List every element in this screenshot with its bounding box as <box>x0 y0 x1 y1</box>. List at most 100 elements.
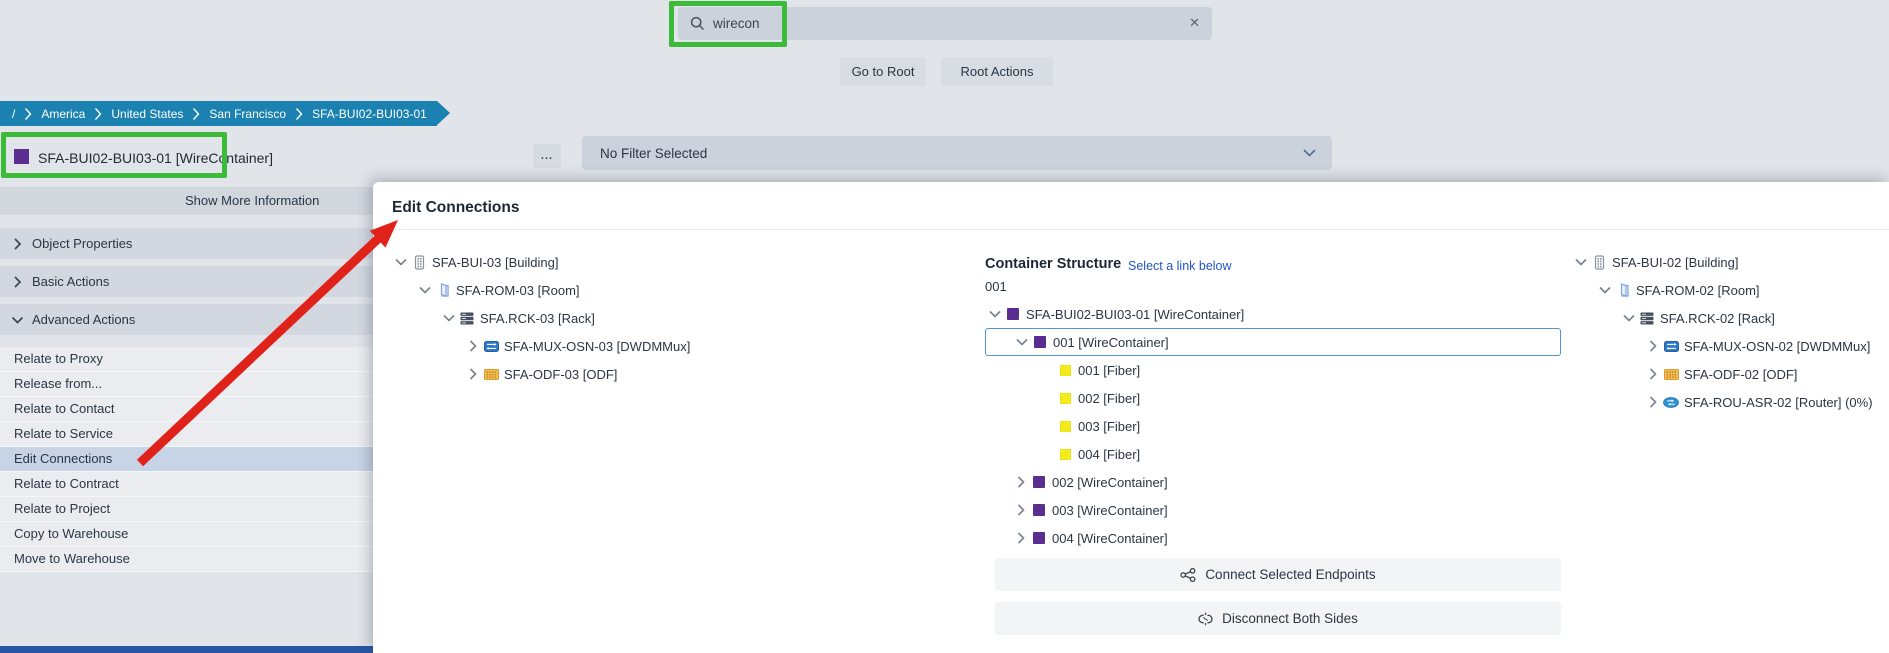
dialog-button-label: Disconnect Both Sides <box>1222 611 1358 626</box>
tree-node-label: SFA-BUI-02 [Building] <box>1612 254 1739 270</box>
breadcrumb-item-san-francisco[interactable]: San Francisco <box>209 107 286 121</box>
tree-row[interactable]: SFA-ROM-03 [Room] <box>391 276 690 304</box>
odf-icon <box>1661 368 1681 380</box>
action-item-relate-to-service[interactable]: Relate to Service <box>0 422 373 447</box>
advanced-actions-list: Relate to Proxy Release from... Relate to … <box>0 347 373 572</box>
tree-node-label: SFA-BUI-03 [Building] <box>432 254 559 270</box>
tree-node-label: SFA-ODF-03 [ODF] <box>504 366 618 382</box>
search-box[interactable]: ✕ <box>678 7 1212 40</box>
dialog-title: Edit Connections <box>392 199 520 216</box>
chevron-right-icon <box>13 237 22 250</box>
show-more-information-bar[interactable]: Show More Information <box>0 187 402 215</box>
tree-row[interactable]: SFA-ODF-03 [ODF] <box>391 360 690 388</box>
tree-node-label: SFA-ODF-02 [ODF] <box>1684 366 1798 382</box>
tree-row[interactable]: SFA-ROM-02 [Room] <box>1571 276 1873 304</box>
chevron-right-icon[interactable] <box>465 340 481 352</box>
breadcrumb-item-root[interactable]: / <box>12 107 15 121</box>
dwdmmux-icon <box>1661 340 1681 352</box>
tree-row[interactable]: SFA.RCK-02 [Rack] <box>1571 304 1873 332</box>
action-item-relate-to-project[interactable]: Relate to Project <box>0 497 373 522</box>
rack-icon <box>1637 312 1657 325</box>
chevron-down-icon <box>11 315 24 324</box>
tree-row[interactable]: SFA-MUX-OSN-03 [DWDMMux] <box>391 332 690 360</box>
tree-node-label: SFA-ROM-03 [Room] <box>456 282 580 298</box>
sidebar-section-basic-actions[interactable]: Basic Actions <box>0 266 373 297</box>
action-item-edit-connections[interactable]: Edit Connections <box>0 447 373 472</box>
sidebar-section-advanced-actions[interactable]: Advanced Actions <box>0 304 373 335</box>
share-icon <box>1180 567 1196 582</box>
chevron-right-icon <box>13 275 22 288</box>
chevron-right-icon[interactable] <box>1645 368 1661 380</box>
tree-row[interactable]: SFA-MUX-OSN-02 [DWDMMux] <box>1571 332 1873 360</box>
disconnect-icon <box>1198 612 1213 626</box>
object-title: SFA-BUI02-BUI03-01 [WireContainer] <box>38 150 273 166</box>
sidebar-section-object-properties[interactable]: Object Properties <box>0 228 373 259</box>
dialog-buttons: Connect Selected Endpoints Disconnect Bot… <box>995 182 1561 653</box>
chevron-right-icon[interactable] <box>1645 396 1661 408</box>
go-to-root-button[interactable]: Go to Root <box>840 57 926 86</box>
chevron-right-icon[interactable] <box>1645 340 1661 352</box>
breadcrumb-separator-icon <box>192 107 200 121</box>
breadcrumb-item-united-states[interactable]: United States <box>111 107 183 121</box>
chevron-down-icon[interactable] <box>1575 254 1587 270</box>
action-item-move-to-warehouse[interactable]: Move to Warehouse <box>0 547 373 572</box>
building-icon <box>1589 254 1609 270</box>
action-item-relate-to-proxy[interactable]: Relate to Proxy <box>0 347 373 372</box>
chevron-down-icon[interactable] <box>1599 282 1611 298</box>
dialog-button-disconnect-both-sides[interactable]: Disconnect Both Sides <box>995 602 1561 635</box>
action-item-relate-to-contact[interactable]: Relate to Contact <box>0 397 373 422</box>
tree-row[interactable]: SFA.RCK-03 [Rack] <box>391 304 690 332</box>
tree-node-label: SFA-ROM-02 [Room] <box>1636 282 1760 298</box>
tree-node-label: SFA-MUX-OSN-03 [DWDMMux] <box>504 338 691 354</box>
action-item-copy-to-warehouse[interactable]: Copy to Warehouse <box>0 522 373 547</box>
dialog-button-label: Connect Selected Endpoints <box>1205 567 1376 582</box>
breadcrumb-separator-icon <box>295 107 303 121</box>
chevron-down-icon[interactable] <box>395 254 407 270</box>
dialog-button-connect-selected-endpoints[interactable]: Connect Selected Endpoints <box>995 558 1561 591</box>
sidebar-sections: Object Properties Basic Actions Advanced A… <box>0 228 373 335</box>
chevron-down-icon[interactable] <box>443 310 455 326</box>
bottom-strip <box>0 646 373 653</box>
sidebar-section-label: Object Properties <box>32 236 133 251</box>
breadcrumb-separator-icon <box>24 107 32 121</box>
chevron-down-icon[interactable] <box>1623 310 1635 326</box>
filter-dropdown-value: No Filter Selected <box>600 145 708 161</box>
tree-node-label: SFA.RCK-03 [Rack] <box>480 310 595 326</box>
root-actions-button[interactable]: Root Actions <box>941 57 1053 86</box>
breadcrumb-separator-icon <box>94 107 102 121</box>
sidebar-section-label: Advanced Actions <box>32 312 136 327</box>
search-input[interactable] <box>713 16 1212 31</box>
tree-row[interactable]: SFA-BUI-03 [Building] <box>391 248 690 276</box>
action-item-release-from[interactable]: Release from... <box>0 372 373 397</box>
show-more-information-label[interactable]: Show More Information <box>185 187 319 215</box>
wirecontainer-icon <box>14 149 29 164</box>
right-endpoint-tree: SFA-BUI-02 [Building] SFA-ROM-02 [Room] SF… <box>1571 248 1873 416</box>
edit-connections-dialog: Edit Connections SFA-BUI-03 [Building] SF… <box>373 182 1889 653</box>
router-icon <box>1661 396 1681 408</box>
action-item-relate-to-contract[interactable]: Relate to Contract <box>0 472 373 497</box>
breadcrumb-item-america[interactable]: America <box>41 107 85 121</box>
left-endpoint-tree: SFA-BUI-03 [Building] SFA-ROM-03 [Room] SF… <box>391 248 690 388</box>
chevron-down-icon[interactable] <box>419 282 431 298</box>
tree-node-label: SFA-ROU-ASR-02 [Router] (0%) <box>1684 394 1873 410</box>
filter-dropdown[interactable]: No Filter Selected <box>582 136 1332 170</box>
tree-row[interactable]: SFA-BUI-02 [Building] <box>1571 248 1873 276</box>
breadcrumb: / America United States San Francisco SFA-BU… <box>0 101 450 126</box>
more-options-button[interactable]: ... <box>533 144 561 168</box>
room-icon <box>433 283 453 297</box>
tree-row[interactable]: SFA-ODF-02 [ODF] <box>1571 360 1873 388</box>
search-icon <box>690 16 705 31</box>
close-icon[interactable]: ✕ <box>1189 15 1200 31</box>
dwdmmux-icon <box>481 340 501 352</box>
chevron-right-icon[interactable] <box>465 368 481 380</box>
chevron-down-icon <box>1303 149 1316 157</box>
rack-icon <box>457 312 477 325</box>
tree-row[interactable]: SFA-ROU-ASR-02 [Router] (0%) <box>1571 388 1873 416</box>
tree-node-label: SFA-MUX-OSN-02 [DWDMMux] <box>1684 338 1871 354</box>
sidebar-section-label: Basic Actions <box>32 274 110 289</box>
room-icon <box>1613 283 1633 297</box>
breadcrumb-item-sfa-bui02-bui03-01[interactable]: SFA-BUI02-BUI03-01 <box>312 107 427 121</box>
odf-icon <box>481 368 501 380</box>
app-canvas: ✕ Go to Root Root Actions / America United… <box>0 0 1889 653</box>
tree-node-label: SFA.RCK-02 [Rack] <box>1660 310 1775 326</box>
